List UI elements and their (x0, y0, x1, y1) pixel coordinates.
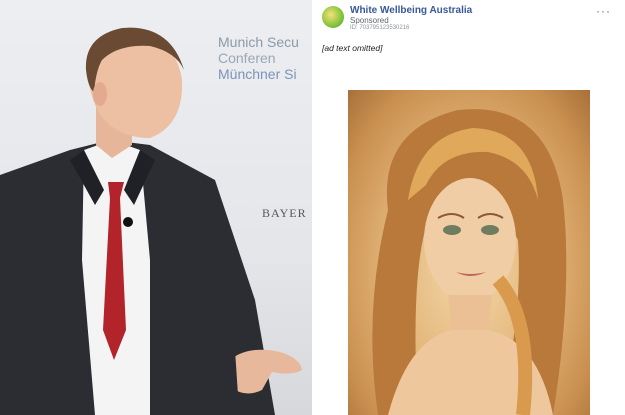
sponsored-ad-card: White Wellbeing Australia Sponsored ID: … (314, 0, 625, 415)
speaker-figure (0, 27, 302, 415)
ad-id: ID: 703795123530216 (350, 25, 410, 31)
more-options-icon[interactable]: ··· (596, 4, 611, 18)
portrait-illustration (372, 109, 567, 415)
ad-caption: [ad text omitted] (322, 43, 383, 53)
page-avatar[interactable] (322, 6, 344, 28)
page-name-link[interactable]: White Wellbeing Australia (350, 5, 472, 16)
sponsored-label: Sponsored (350, 16, 389, 25)
conference-photo: Munich Secu Conferen Münchner Si BAYER (0, 0, 312, 415)
ad-illustration[interactable] (348, 90, 590, 415)
